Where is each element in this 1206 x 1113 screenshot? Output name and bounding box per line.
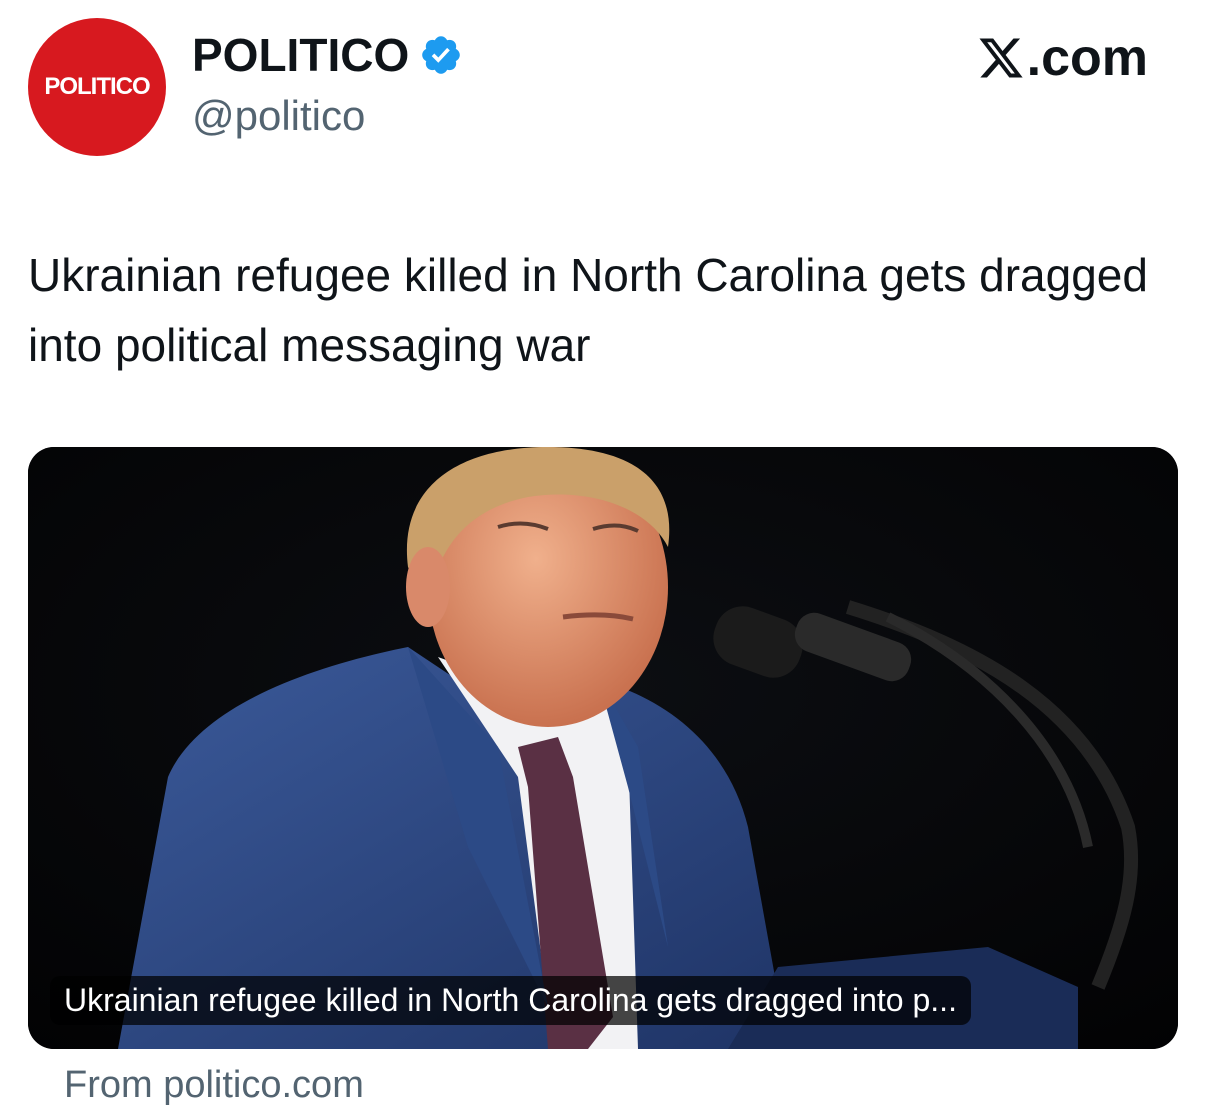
tweet-text: Ukrainian refugee killed in North Caroli… <box>28 249 1148 371</box>
x-com-label: .com <box>1026 29 1148 87</box>
verified-badge-icon <box>422 36 461 74</box>
card-source[interactable]: From politico.com <box>64 1064 364 1107</box>
card-caption: Ukrainian refugee killed in North Caroli… <box>50 976 971 1025</box>
x-com-brand: .com <box>977 28 1148 88</box>
x-logo-icon <box>979 38 1023 78</box>
link-card[interactable]: Ukrainian refugee killed in North Caroli… <box>28 447 1178 1049</box>
author-name-row: POLITICO <box>192 28 463 82</box>
avatar[interactable]: POLITICO <box>28 18 166 156</box>
avatar-logo-text: POLITICO <box>44 73 150 100</box>
card-photo <box>28 447 1178 1049</box>
handle[interactable]: @politico <box>192 92 365 140</box>
display-name[interactable]: POLITICO <box>192 28 409 82</box>
